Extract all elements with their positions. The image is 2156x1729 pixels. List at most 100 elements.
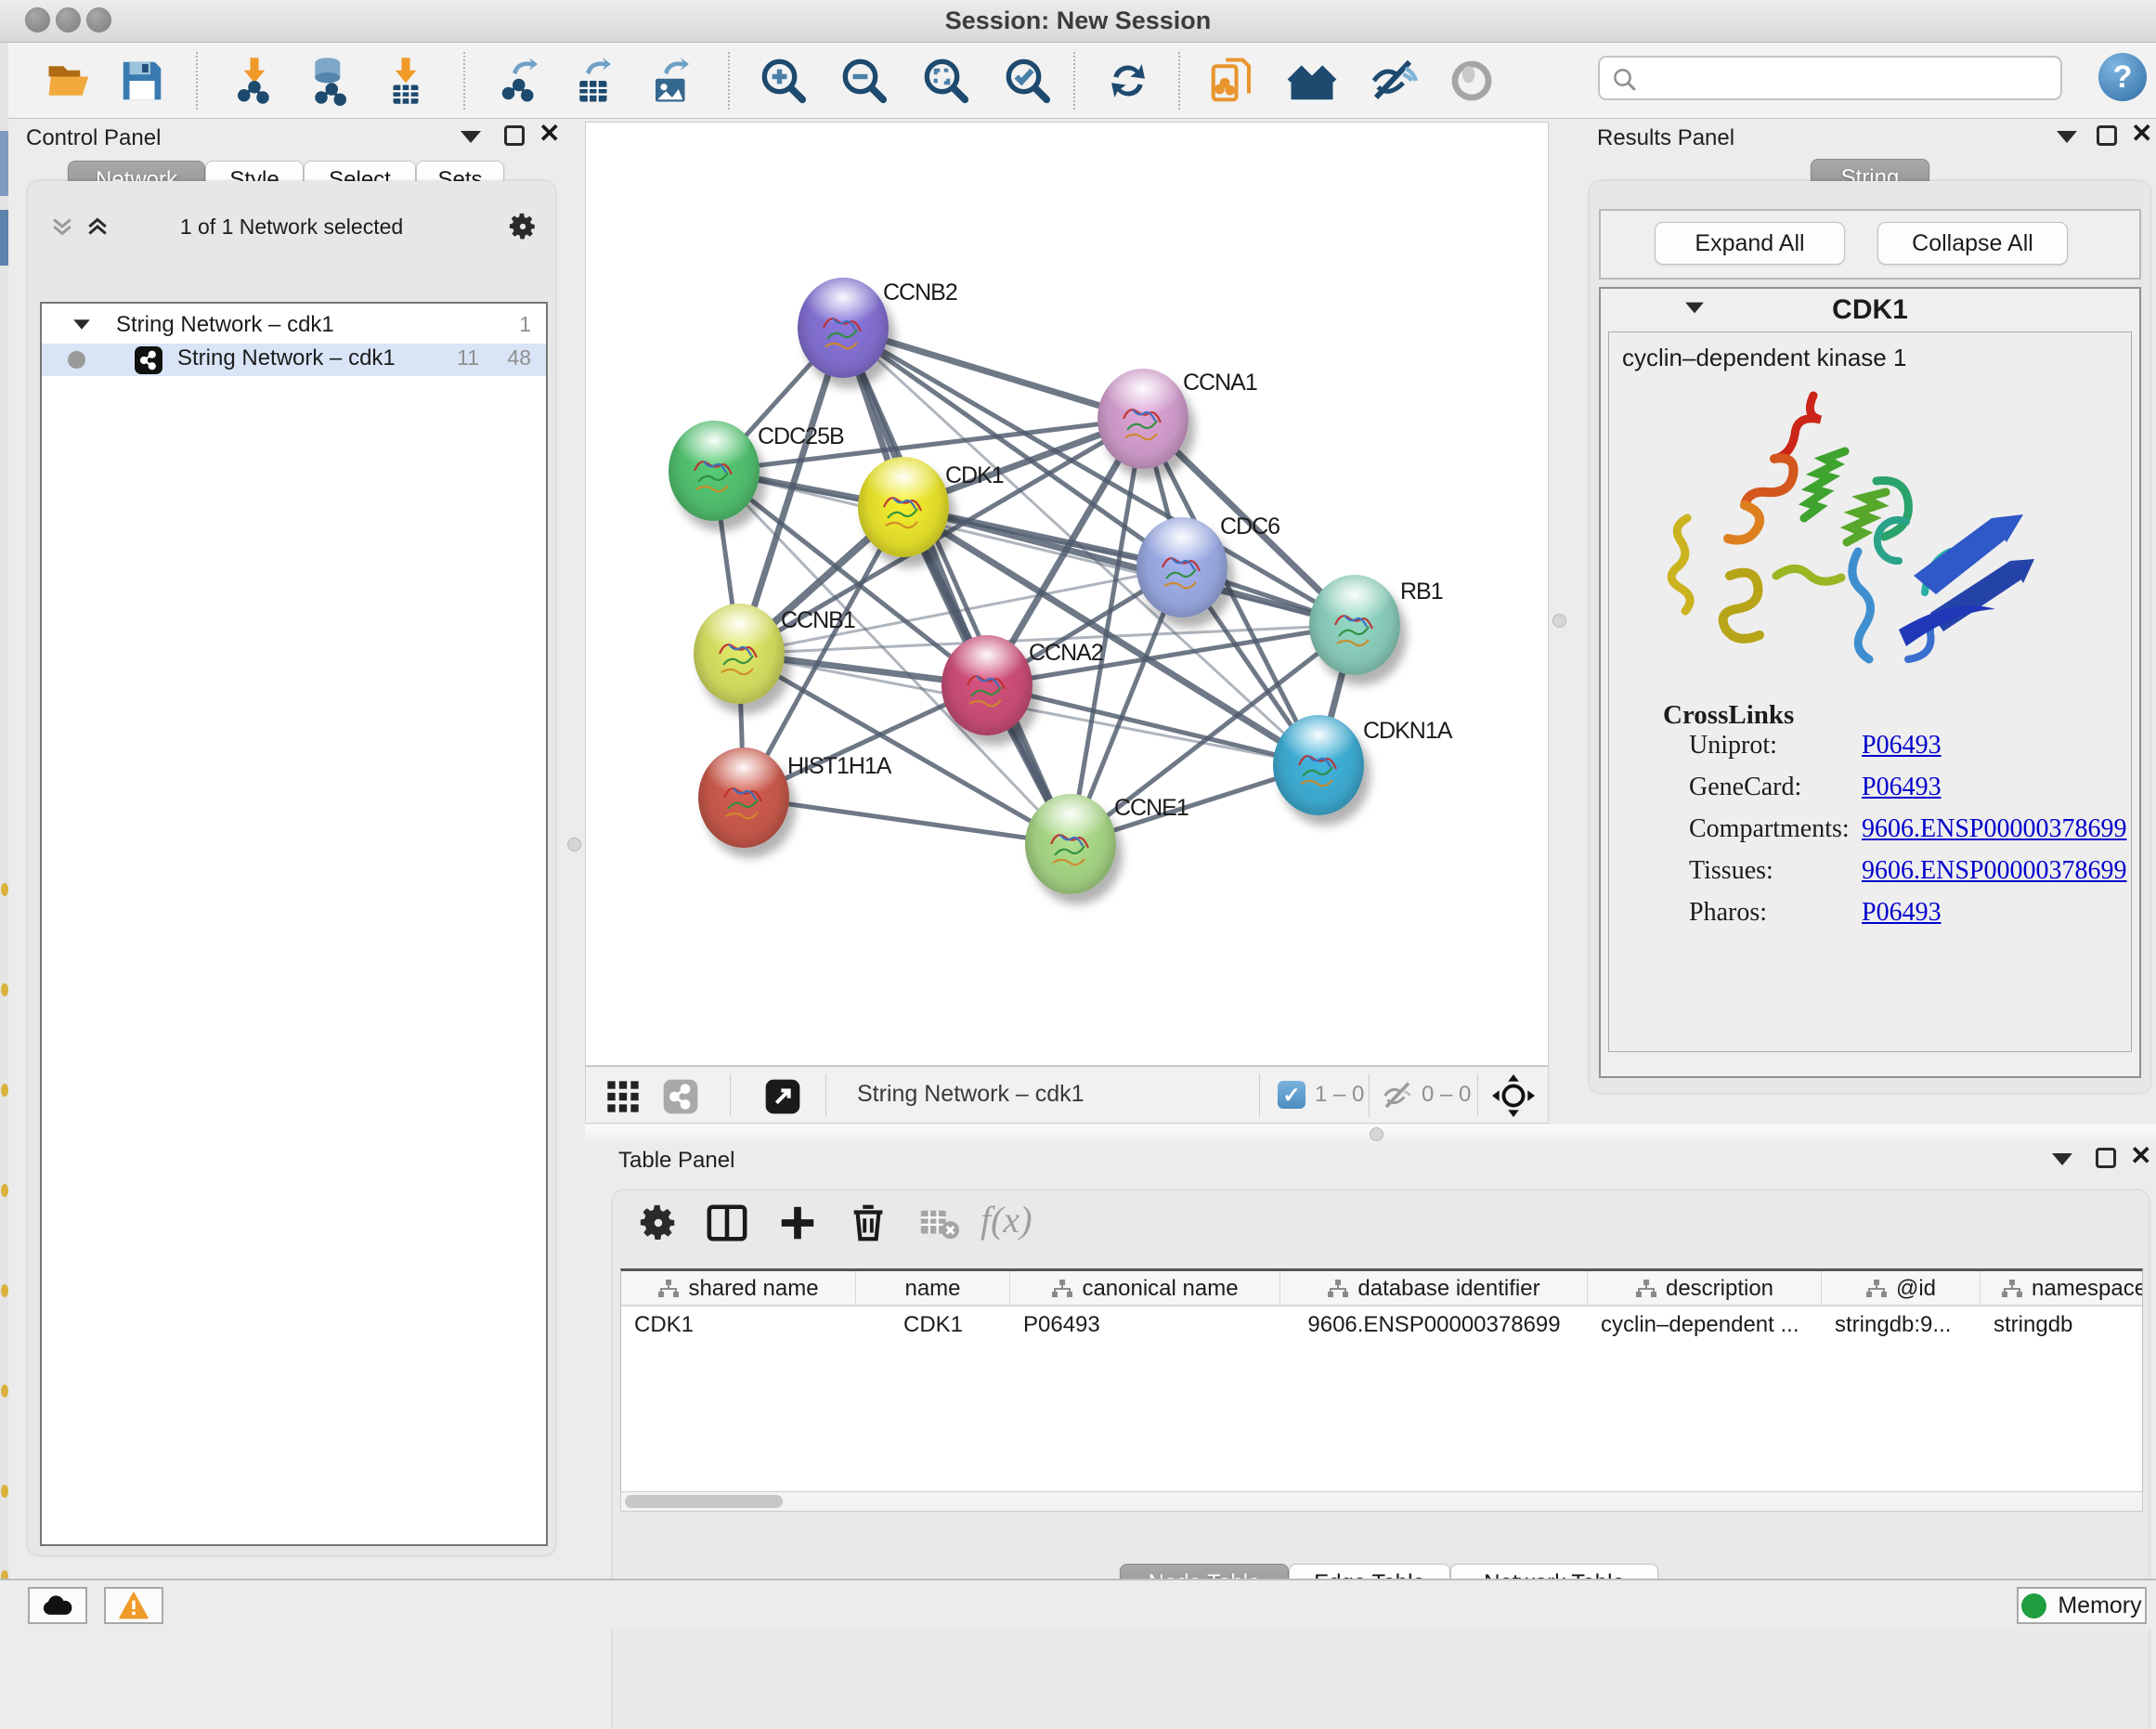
navigator-crosshair-icon[interactable] [1492, 1074, 1535, 1117]
refresh-icon[interactable] [1103, 56, 1153, 106]
result-entry-header[interactable]: CDK1 [1601, 289, 2139, 332]
import-table-file-icon[interactable] [381, 56, 431, 106]
table-panel-title: Table Panel [618, 1148, 734, 1174]
network-node-cdc25b[interactable] [669, 421, 760, 521]
results-panel-float-icon[interactable] [2097, 125, 2117, 146]
column-header-description[interactable]: description [1588, 1271, 1822, 1306]
hide-selected-icon[interactable] [1368, 56, 1418, 106]
toolbar-separator [1477, 1074, 1478, 1117]
cell--id[interactable]: stringdb:9... [1822, 1312, 1981, 1344]
table-panel-close-icon[interactable]: ✕ [2130, 1146, 2151, 1166]
import-network-file-icon[interactable] [229, 56, 279, 106]
show-columns-icon[interactable] [706, 1202, 748, 1244]
help-button[interactable]: ? [2098, 53, 2147, 101]
hidden-counts: 0 – 0 [1422, 1082, 1471, 1108]
scrollbar-thumb[interactable] [625, 1495, 783, 1508]
network-edge[interactable] [987, 685, 1318, 765]
export-table-icon[interactable] [569, 56, 619, 106]
export-image-icon[interactable] [647, 56, 697, 106]
network-collection-row[interactable]: String Network – cdk1 1 [42, 311, 546, 344]
network-edge[interactable] [744, 798, 1071, 844]
column-header-database-identifier[interactable]: database identifier [1280, 1271, 1588, 1306]
network-node-ccna2[interactable] [942, 635, 1033, 735]
cell-database-identifier[interactable]: 9606.ENSP00000378699 [1280, 1312, 1588, 1344]
column-header-name[interactable]: name [856, 1271, 1010, 1306]
save-session-icon[interactable] [117, 56, 167, 106]
column-header-shared-name[interactable]: shared name [621, 1271, 856, 1306]
memory-status-dot [2021, 1593, 2046, 1618]
open-session-icon[interactable] [45, 56, 95, 106]
export-network-icon[interactable] [496, 56, 546, 106]
results-panel-title: Results Panel [1597, 125, 1734, 151]
zoom-out-icon[interactable] [839, 56, 890, 106]
crosslinks-title: CrossLinks [1663, 700, 2131, 731]
crosslink-link[interactable]: 9606.ENSP00000378699 [1862, 856, 2126, 886]
network-canvas[interactable]: CCNB2CCNA1CDC25BCDK1CDC6RB1CCNB1CCNA2CDK… [585, 122, 1549, 1066]
table-horizontal-scrollbar[interactable] [620, 1491, 2143, 1512]
open-in-window-icon[interactable] [764, 1078, 801, 1115]
network-node-ccnb2[interactable] [798, 278, 889, 378]
network-row-selected[interactable]: String Network – cdk1 11 48 [42, 344, 546, 376]
memory-button[interactable]: Memory [2017, 1587, 2147, 1624]
crosslink-link[interactable]: P06493 [1862, 898, 1942, 928]
network-node-ccne1[interactable] [1025, 794, 1116, 894]
network-node-cdk1[interactable] [858, 457, 949, 557]
crosslink-link[interactable]: P06493 [1862, 773, 1942, 802]
first-neighbors-icon[interactable] [1287, 56, 1337, 106]
column-header--id[interactable]: @id [1822, 1271, 1981, 1306]
selected-checkbox-icon[interactable]: ✓ [1278, 1081, 1305, 1109]
control-panel-float-icon[interactable] [504, 125, 525, 146]
network-node-cdc6[interactable] [1136, 517, 1227, 618]
birds-eye-view-icon[interactable] [604, 1078, 642, 1115]
table-card: f(x) shared namenamecanonical namedataba… [613, 1190, 2149, 1729]
warnings-button[interactable] [104, 1587, 163, 1624]
cell-name[interactable]: CDK1 [856, 1312, 1010, 1344]
expand-all-button[interactable]: Expand All [1655, 222, 1845, 265]
network-node-ccna1[interactable] [1097, 369, 1188, 469]
import-network-database-icon[interactable] [305, 56, 355, 106]
collection-expand-icon[interactable] [73, 319, 90, 329]
cell-description[interactable]: cyclin–dependent ... [1588, 1312, 1822, 1344]
toolbar-separator [463, 52, 465, 110]
splitter-grip-bottom[interactable] [1370, 1127, 1383, 1141]
network-edge[interactable] [843, 328, 1143, 419]
zoom-selected-icon[interactable] [1003, 56, 1053, 106]
string-view-icon[interactable] [662, 1078, 699, 1115]
collapse-all-button[interactable]: Collapse All [1877, 222, 2068, 265]
zoom-in-icon[interactable] [759, 56, 809, 106]
control-panel-close-icon[interactable]: ✕ [539, 124, 560, 144]
network-node-cdkn1a[interactable] [1273, 715, 1364, 815]
network-node-rb1[interactable] [1309, 575, 1400, 675]
control-panel-menu-icon[interactable] [461, 131, 481, 143]
crosslink-label: Compartments: [1689, 814, 1850, 844]
results-panel-menu-icon[interactable] [2057, 131, 2077, 143]
splitter-grip-left[interactable] [567, 838, 581, 852]
node-label-cdc6: CDC6 [1220, 514, 1279, 540]
network-node-hist1h1a[interactable] [698, 748, 789, 848]
network-tree: String Network – cdk1 1 String Network –… [40, 302, 548, 1546]
horizontal-splitter[interactable] [585, 1124, 2156, 1144]
cloud-status-button[interactable] [28, 1587, 87, 1624]
cell-canonical-name[interactable]: P06493 [1010, 1312, 1280, 1344]
results-panel-close-icon[interactable]: ✕ [2131, 124, 2152, 144]
search-input[interactable] [1598, 56, 2062, 100]
network-options-gear-icon[interactable] [507, 211, 539, 242]
show-all-icon[interactable] [1447, 56, 1497, 106]
crosslink-label: Pharos: [1689, 898, 1767, 928]
crosslink-link[interactable]: P06493 [1862, 731, 1942, 760]
network-node-ccnb1[interactable] [694, 604, 785, 704]
zoom-fit-icon[interactable] [921, 56, 971, 106]
table-options-gear-icon[interactable] [637, 1202, 680, 1244]
cell-namespace[interactable]: stringdb [1981, 1312, 2143, 1344]
splitter-grip-right[interactable] [1552, 614, 1566, 628]
column-header-canonical-name[interactable]: canonical name [1010, 1271, 1280, 1306]
clone-network-icon[interactable] [1207, 56, 1257, 106]
add-column-icon[interactable] [776, 1202, 819, 1244]
delete-column-icon[interactable] [847, 1202, 890, 1244]
cell-shared-name[interactable]: CDK1 [621, 1312, 856, 1344]
table-panel-menu-icon[interactable] [2052, 1153, 2072, 1165]
table-panel-float-icon[interactable] [2096, 1148, 2116, 1168]
column-header-namespace[interactable]: namespace [1981, 1271, 2143, 1306]
crosslink-link[interactable]: 9606.ENSP00000378699 [1862, 814, 2126, 844]
string-network-icon [135, 346, 162, 374]
